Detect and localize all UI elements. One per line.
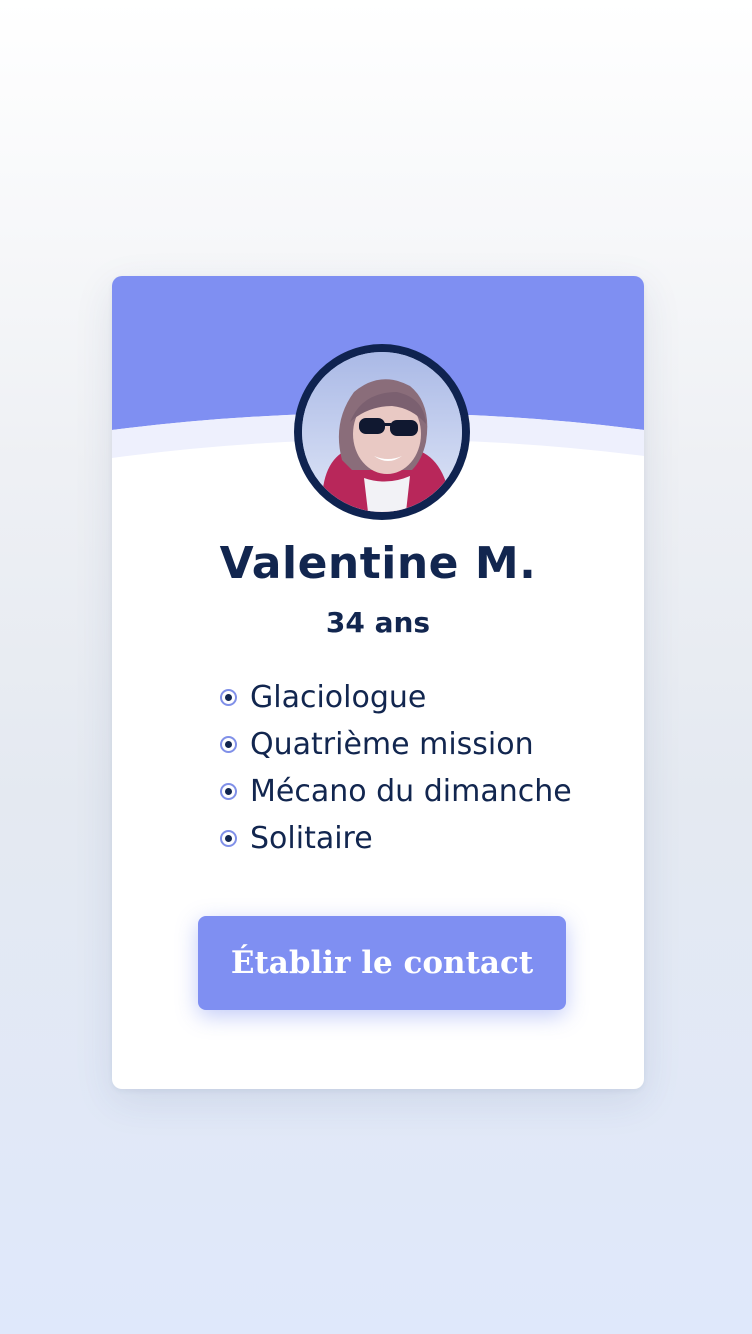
avatar [294,344,470,520]
trait-label: Quatrième mission [250,726,534,762]
bullet-icon [220,689,237,706]
traits-list: Glaciologue Quatrième mission Mécano du … [220,674,572,862]
profile-card: Valentine M. 34 ans Glaciologue Quatrièm… [112,276,644,1089]
contact-button[interactable]: Établir le contact [198,916,566,1010]
list-item: Solitaire [220,815,572,862]
person-photo-icon [302,352,462,512]
trait-label: Solitaire [250,820,373,856]
avatar-photo [302,352,462,512]
trait-label: Mécano du dimanche [250,773,572,809]
trait-label: Glaciologue [250,679,427,715]
list-item: Quatrième mission [220,721,572,768]
profile-age: 34 ans [325,606,431,639]
list-item: Mécano du dimanche [220,768,572,815]
profile-name: Valentine M. [219,538,537,589]
list-item: Glaciologue [220,674,572,721]
bullet-icon [220,736,237,753]
bullet-icon [220,830,237,847]
bullet-icon [220,783,237,800]
